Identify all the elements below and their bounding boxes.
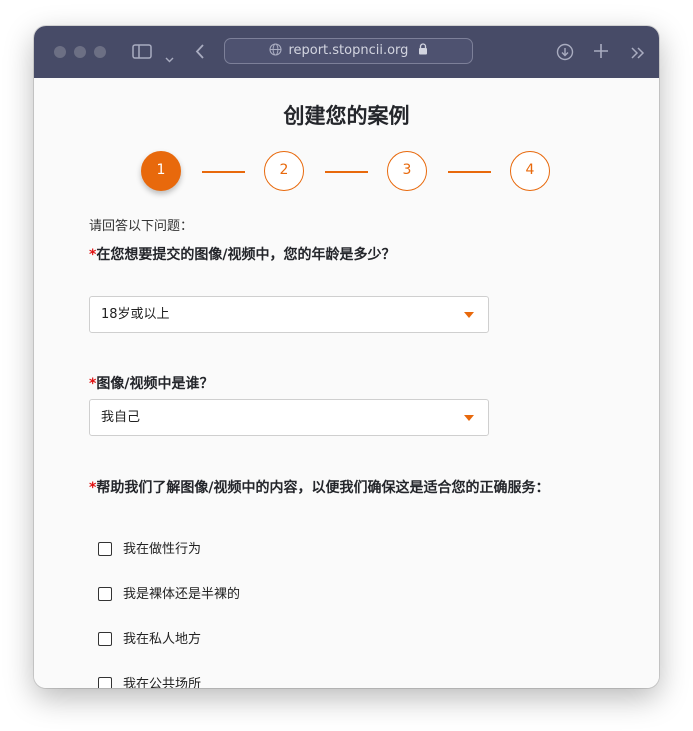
dropdown-caret-icon <box>464 415 474 421</box>
question-content-label: *帮助我们了解图像/视频中的内容，以便我们确保这是适合您的正确服务： <box>89 477 609 499</box>
who-select[interactable]: 我自己 <box>89 399 489 436</box>
page-content: 创建您的案例 1 2 3 4 请回答以下问题： *在您想要提交的图像/视频中，您… <box>34 78 659 688</box>
browser-window: report.stopncii.org 创建您的案例 1 2 3 4 请回答以下… <box>34 26 659 688</box>
question-age-text: 在您想要提交的图像/视频中，您的年龄是多少？ <box>96 247 396 263</box>
question-who-label: *图像/视频中是谁？ <box>89 373 609 395</box>
who-select-value: 我自己 <box>101 410 141 425</box>
chevron-down-icon[interactable] <box>165 48 174 67</box>
globe-icon <box>269 41 282 65</box>
minimize-window-button[interactable] <box>74 46 86 58</box>
step-4: 4 <box>510 151 550 191</box>
option-label: 我在做性行为 <box>123 542 202 557</box>
question-age-label: *在您想要提交的图像/视频中，您的年龄是多少？ <box>89 244 609 266</box>
step-1: 1 <box>141 151 181 191</box>
new-tab-icon[interactable] <box>593 43 609 63</box>
sidebar-toggle-icon[interactable] <box>132 44 152 63</box>
zoom-window-button[interactable] <box>94 46 106 58</box>
option-label: 我在私人地方 <box>123 632 202 647</box>
instructions-text: 请回答以下问题： <box>89 219 194 234</box>
checkbox[interactable] <box>98 677 112 688</box>
back-icon[interactable] <box>195 43 205 64</box>
browser-toolbar: report.stopncii.org <box>34 26 659 78</box>
url-text: report.stopncii.org <box>288 43 409 58</box>
option-label: 我是裸体还是半裸的 <box>123 587 241 602</box>
question-who-text: 图像/视频中是谁？ <box>96 376 214 392</box>
page-title: 创建您的案例 <box>283 104 410 128</box>
download-icon[interactable] <box>556 43 574 65</box>
step-3: 3 <box>387 151 427 191</box>
step-connector <box>202 171 245 173</box>
dropdown-caret-icon <box>464 312 474 318</box>
question-content-text: 帮助我们了解图像/视频中的内容，以便我们确保这是适合您的正确服务： <box>96 480 550 496</box>
address-bar[interactable]: report.stopncii.org <box>224 38 473 64</box>
checkbox[interactable] <box>98 632 112 646</box>
age-select[interactable]: 18岁或以上 <box>89 296 489 333</box>
step-connector <box>325 171 368 173</box>
close-window-button[interactable] <box>54 46 66 58</box>
checkbox[interactable] <box>98 587 112 601</box>
step-2: 2 <box>264 151 304 191</box>
age-select-value: 18岁或以上 <box>101 307 170 322</box>
checkbox[interactable] <box>98 542 112 556</box>
overflow-chevrons-icon[interactable] <box>630 45 646 64</box>
lock-icon <box>418 40 428 64</box>
option-label: 我在公共场所 <box>123 677 202 688</box>
step-connector <box>448 171 491 173</box>
